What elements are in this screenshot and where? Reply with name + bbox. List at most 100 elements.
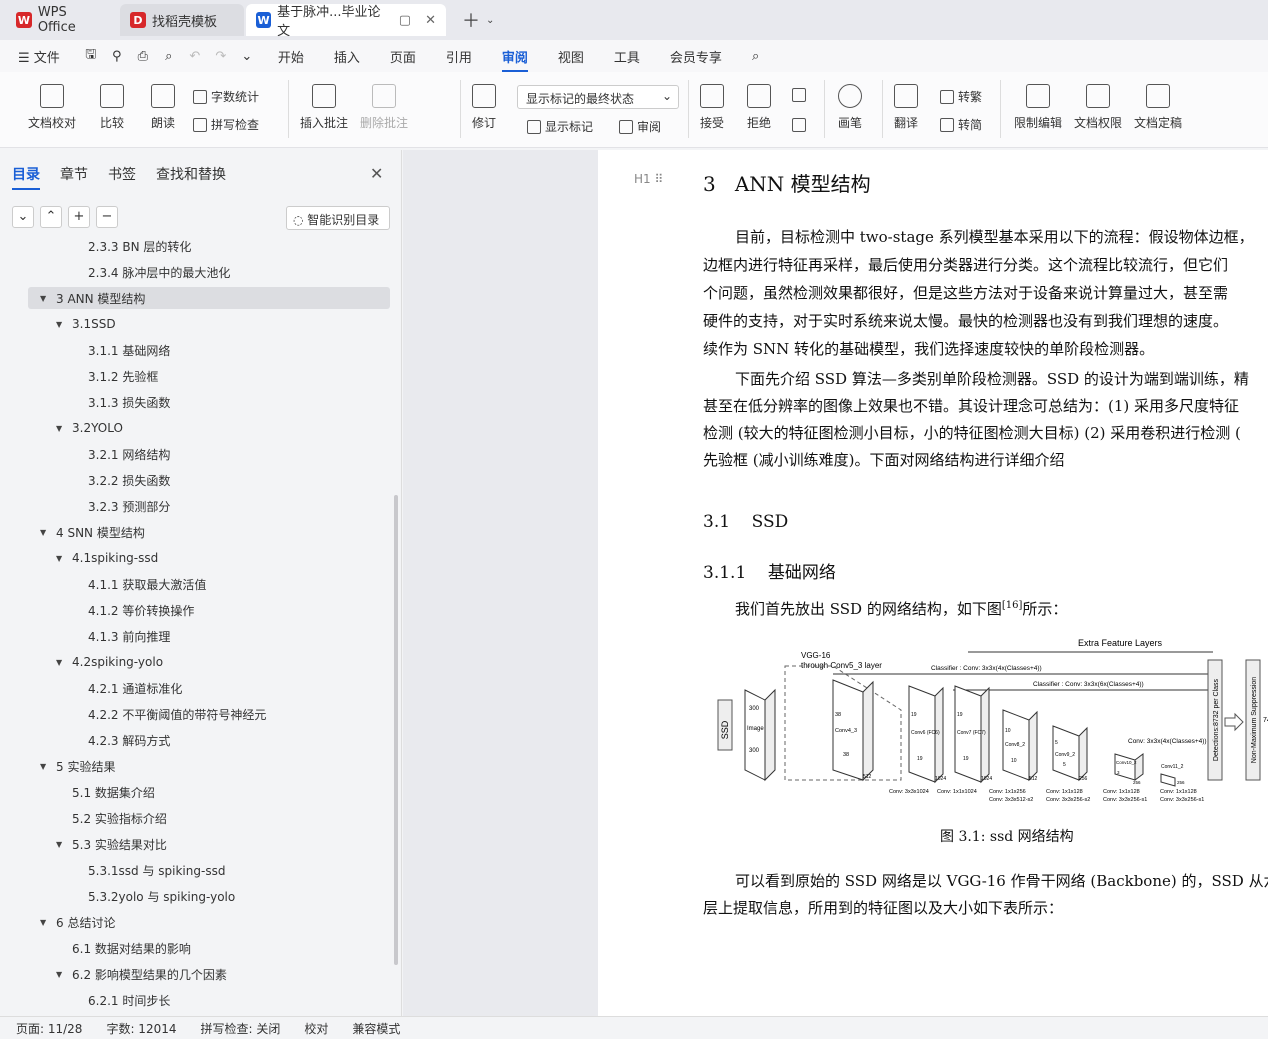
expand-arrow-icon[interactable]: ▼ bbox=[40, 762, 52, 771]
toc-item[interactable]: 4.1.2 等价转换操作 bbox=[72, 599, 194, 621]
spell-check-indicator[interactable]: 拼写检查: 关闭 bbox=[201, 1020, 281, 1037]
undo-icon[interactable]: ↶ bbox=[182, 49, 208, 64]
compare-button[interactable]: 比较 bbox=[100, 84, 124, 131]
tab-document[interactable]: W 基于脉冲...毕业论文 ▢ ✕ bbox=[246, 4, 446, 39]
menu-view[interactable]: 视图 bbox=[558, 47, 584, 66]
spell-check-button[interactable]: 拼写检查 bbox=[193, 116, 259, 133]
read-aloud-button[interactable]: 朗读 bbox=[151, 84, 175, 131]
remove-level-button[interactable]: − bbox=[96, 206, 118, 228]
expand-arrow-icon[interactable]: ▼ bbox=[56, 658, 68, 667]
toc-item[interactable]: ▼ 3.1SSD bbox=[56, 313, 116, 335]
show-markup-button[interactable]: 显示标记 bbox=[527, 118, 593, 135]
toc-item[interactable]: 3.2.1 网络结构 bbox=[72, 443, 170, 465]
menu-reference[interactable]: 引用 bbox=[446, 47, 472, 66]
toc-item[interactable]: 5.3.2yolo 与 spiking-yolo bbox=[72, 885, 235, 907]
toc-item[interactable]: 2.3.3 BN 层的转化 bbox=[72, 236, 191, 257]
tab-toc[interactable]: 目录 bbox=[12, 164, 40, 190]
insert-comment-button[interactable]: 插入批注 bbox=[300, 84, 348, 131]
proofread-indicator[interactable]: 校对 bbox=[304, 1020, 328, 1037]
expand-arrow-icon[interactable]: ▼ bbox=[56, 840, 68, 849]
toc-item[interactable]: ▼ 3.2YOLO bbox=[56, 417, 123, 439]
menu-tools[interactable]: 工具 bbox=[614, 47, 640, 66]
toc-item[interactable]: 2.3.4 脉冲层中的最大池化 bbox=[72, 261, 230, 283]
toc-item[interactable]: ▼ 5.3 实验结果对比 bbox=[56, 833, 167, 855]
word-count-button[interactable]: 字数统计 bbox=[193, 88, 259, 105]
review-pane-button[interactable]: 审阅 bbox=[619, 118, 661, 135]
reject-button[interactable]: 拒绝 bbox=[747, 84, 771, 131]
toc-item[interactable]: 4.1.1 获取最大激活值 bbox=[72, 573, 206, 595]
expand-arrow-icon[interactable]: ▼ bbox=[56, 554, 68, 563]
to-traditional-button[interactable]: 转繁 bbox=[940, 88, 982, 105]
display-mode-select[interactable]: 显示标记的最终状态 ⌄ bbox=[517, 85, 679, 109]
toc-item[interactable]: 3.1.1 基础网络 bbox=[72, 339, 170, 361]
new-tab-button[interactable]: ＋ bbox=[462, 7, 480, 33]
prev-change-icon[interactable] bbox=[792, 88, 806, 102]
expand-arrow-icon[interactable]: ▼ bbox=[56, 424, 68, 433]
sidebar-scrollbar[interactable] bbox=[394, 495, 398, 965]
heading-marker[interactable]: H1 ⠿ bbox=[634, 172, 663, 186]
search-icon[interactable]: ⌕ bbox=[752, 49, 759, 64]
tab-wps-office[interactable]: W WPS Office bbox=[6, 4, 118, 36]
pen-button[interactable]: 画笔 bbox=[838, 84, 862, 131]
share-icon[interactable]: ⚲ bbox=[104, 49, 130, 64]
close-tab-icon[interactable]: ✕ bbox=[425, 13, 436, 28]
tab-find-replace[interactable]: 查找和替换 bbox=[156, 164, 226, 190]
close-icon[interactable]: ✕ bbox=[370, 164, 383, 183]
toc-item[interactable]: 4.2.3 解码方式 bbox=[72, 729, 170, 751]
tab-docer-templates[interactable]: D 找稻壳模板 bbox=[120, 4, 244, 36]
toc-item[interactable]: ▼ 4.2spiking-yolo bbox=[56, 651, 163, 673]
toc-item[interactable]: ▼ 4 SNN 模型结构 bbox=[40, 521, 145, 543]
file-menu[interactable]: ☰ 文件 bbox=[18, 47, 60, 66]
smart-toc-button[interactable]: ◌ 智能识别目录 bbox=[286, 206, 390, 230]
collapse-up-button[interactable]: ⌃ bbox=[40, 206, 62, 228]
toc-item[interactable]: 5.2 实验指标介绍 bbox=[56, 807, 167, 829]
finalize-button[interactable]: 文档定稿 bbox=[1134, 84, 1182, 131]
expand-down-button[interactable]: ⌄ bbox=[12, 206, 34, 228]
toc-item[interactable]: 4.2.1 通道标准化 bbox=[72, 677, 182, 699]
toc-item[interactable]: 5.1 数据集介绍 bbox=[56, 781, 155, 803]
menu-review[interactable]: 审阅 bbox=[501, 47, 528, 72]
print-preview-icon[interactable]: ⌕ bbox=[156, 49, 182, 64]
revise-button[interactable]: 修订 bbox=[472, 84, 496, 131]
expand-arrow-icon[interactable]: ▼ bbox=[40, 528, 52, 537]
expand-arrow-icon[interactable]: ▼ bbox=[56, 320, 68, 329]
toc-item[interactable]: 6.1 数据对结果的影响 bbox=[56, 937, 191, 959]
next-change-icon[interactable] bbox=[792, 118, 806, 132]
doc-permission-button[interactable]: 文档权限 bbox=[1074, 84, 1122, 131]
expand-arrow-icon[interactable]: ▼ bbox=[40, 294, 52, 303]
word-count-indicator[interactable]: 字数: 12014 bbox=[106, 1020, 176, 1037]
citation[interactable]: [16] bbox=[1002, 600, 1023, 611]
menu-page[interactable]: 页面 bbox=[390, 47, 416, 66]
tab-chapters[interactable]: 章节 bbox=[60, 164, 88, 190]
toc-item[interactable]: ▼ 3 ANN 模型结构 bbox=[28, 287, 390, 309]
restore-icon[interactable]: ▢ bbox=[399, 13, 411, 28]
restrict-edit-button[interactable]: 限制编辑 bbox=[1014, 84, 1062, 131]
redo-icon[interactable]: ↷ bbox=[208, 49, 234, 64]
doc-check-button[interactable]: 文档校对 bbox=[28, 84, 76, 131]
page-indicator[interactable]: 页面: 11/28 bbox=[16, 1020, 82, 1037]
toc-item[interactable]: 3.2.3 预测部分 bbox=[72, 495, 170, 517]
menu-start[interactable]: 开始 bbox=[278, 47, 304, 66]
toc-item[interactable]: ▼ 6 总结讨论 bbox=[40, 911, 115, 933]
toc-item[interactable]: 4.2.2 不平衡阈值的带符号神经元 bbox=[72, 703, 266, 725]
toc-item[interactable]: 3.2.2 损失函数 bbox=[72, 469, 170, 491]
to-simplified-button[interactable]: 转简 bbox=[940, 116, 982, 133]
accept-button[interactable]: 接受 bbox=[700, 84, 724, 131]
more-chevron-icon[interactable]: ⌄ bbox=[234, 49, 260, 64]
toc-item[interactable]: ▼ 6.2 影响模型结果的几个因素 bbox=[56, 963, 227, 985]
toc-item[interactable]: 3.1.3 损失函数 bbox=[72, 391, 170, 413]
toc-item[interactable]: 6.2.1 时间步长 bbox=[72, 989, 170, 1011]
menu-insert[interactable]: 插入 bbox=[334, 47, 360, 66]
menu-member[interactable]: 会员专享 bbox=[670, 47, 722, 66]
chevron-down-icon[interactable]: ⌄ bbox=[486, 15, 494, 26]
toc-item[interactable]: 5.3.1ssd 与 spiking-ssd bbox=[72, 859, 225, 881]
print-icon[interactable]: ⎙ bbox=[130, 49, 156, 64]
save-icon[interactable]: 🖫 bbox=[78, 45, 104, 67]
tab-bookmarks[interactable]: 书签 bbox=[108, 164, 136, 190]
toc-item[interactable]: ▼ 4.1spiking-ssd bbox=[56, 547, 158, 569]
delete-comment-button[interactable]: 删除批注 bbox=[360, 84, 408, 131]
expand-arrow-icon[interactable]: ▼ bbox=[40, 918, 52, 927]
add-level-button[interactable]: + bbox=[68, 206, 90, 228]
toc-item[interactable]: ▼ 5 实验结果 bbox=[40, 755, 115, 777]
translate-button[interactable]: 翻译 bbox=[894, 84, 918, 131]
